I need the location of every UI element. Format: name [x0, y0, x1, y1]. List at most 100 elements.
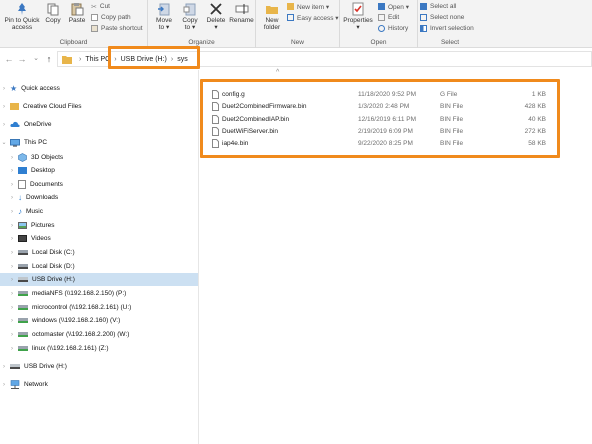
drive-icon: [18, 250, 28, 255]
expand-chevron-icon[interactable]: ›: [0, 86, 8, 92]
move-to-button[interactable]: Move to ▾: [152, 2, 176, 31]
expand-chevron-icon[interactable]: ›: [8, 182, 16, 188]
network-drive-icon: [18, 318, 28, 323]
easy-access-button[interactable]: Easy access ▾: [287, 12, 339, 23]
expand-chevron-icon[interactable]: ›: [8, 250, 16, 256]
expand-chevron-icon[interactable]: ›: [8, 155, 16, 161]
expand-chevron-icon[interactable]: ›: [8, 236, 16, 242]
history-label: History: [388, 25, 409, 32]
navigation-pane: › ★ Quick access › Creative Cloud Files …: [0, 76, 198, 444]
copy-button[interactable]: Copy: [43, 2, 63, 24]
nav-item-label: Documents: [30, 181, 63, 188]
delete-label-2: ▾: [214, 24, 218, 31]
expand-chevron-icon[interactable]: ›: [8, 291, 16, 297]
expand-chevron-icon[interactable]: ›: [8, 305, 16, 311]
nav-item-onedrive[interactable]: › OneDrive: [0, 118, 198, 131]
nav-item-documents[interactable]: › Documents: [0, 178, 198, 191]
expand-chevron-icon[interactable]: ›: [0, 382, 8, 388]
open-button[interactable]: Open ▾: [378, 1, 409, 12]
network-icon: [10, 380, 20, 389]
forward-button[interactable]: →: [16, 52, 28, 66]
expand-chevron-icon[interactable]: ›: [8, 264, 16, 270]
edit-button[interactable]: Edit: [378, 12, 399, 23]
paste-label: Paste: [68, 17, 86, 24]
nav-item-local-disk-c[interactable]: › Local Disk (C:): [0, 246, 198, 259]
nav-item-desktop[interactable]: › Desktop: [0, 164, 198, 177]
nav-item-label: Local Disk (C:): [32, 249, 75, 256]
nav-item-label: Quick access: [21, 85, 60, 92]
expand-chevron-icon[interactable]: ›: [8, 223, 16, 229]
onedrive-icon: [10, 121, 20, 127]
expand-chevron-icon[interactable]: ›: [8, 332, 16, 338]
invert-selection-button[interactable]: Invert selection: [420, 23, 474, 34]
properties-button[interactable]: Properties ▾: [343, 2, 373, 31]
expand-chevron-icon[interactable]: ›: [0, 122, 8, 128]
nav-item-3d-objects[interactable]: › 3D Objects: [0, 151, 198, 164]
expand-chevron-icon[interactable]: ›: [8, 168, 16, 174]
nav-item-microcontrol[interactable]: › microcontrol (\\192.168.2.161) (U:): [0, 301, 198, 314]
nav-item-label: mediaNFS (\\192.168.2.150) (P:): [32, 290, 127, 297]
new-folder-button[interactable]: New folder: [260, 2, 284, 31]
nav-item-linux[interactable]: › linux (\\192.168.2.161) (Z:): [0, 342, 198, 355]
desktop-icon: [18, 167, 27, 174]
nav-item-network[interactable]: › Network: [0, 378, 198, 391]
nav-item-label: Music: [26, 208, 43, 215]
history-button[interactable]: History: [378, 23, 408, 34]
expand-chevron-icon[interactable]: ›: [8, 195, 16, 201]
invert-selection-label: Invert selection: [430, 25, 474, 32]
pin-to-quick-access-button[interactable]: Pin to Quick access: [2, 2, 42, 31]
address-bar-row: ← → ⌄ ↑ › This PC › USB Drive (H:) › sys: [0, 48, 592, 70]
nav-item-windows[interactable]: › windows (\\192.168.2.160) (V:): [0, 314, 198, 327]
collapse-chevron-icon[interactable]: ⌄: [0, 139, 8, 146]
open-group-label: Open: [370, 39, 387, 46]
nav-item-videos[interactable]: › Videos: [0, 232, 198, 245]
videos-icon: [18, 235, 27, 242]
sort-indicator-icon[interactable]: ^: [276, 69, 279, 76]
nav-item-creative-cloud[interactable]: › Creative Cloud Files: [0, 100, 198, 113]
paste-button[interactable]: Paste: [66, 2, 88, 24]
nav-item-label: Downloads: [26, 194, 59, 201]
nav-item-octomaster[interactable]: › octomaster (\\192.168.2.200) (W:): [0, 328, 198, 341]
organize-group: Move to ▾ Copy to ▾ Delete ▾ Rename Orga…: [148, 0, 256, 48]
copy-to-icon: [183, 3, 196, 16]
new-folder-label-2: folder: [263, 24, 281, 31]
copy-path-button[interactable]: Copy path: [91, 12, 131, 23]
new-item-button[interactable]: New item ▾: [287, 1, 329, 12]
copy-path-icon: [91, 14, 98, 21]
nav-item-usb-drive-selected[interactable]: › USB Drive (H:): [0, 273, 198, 286]
back-button[interactable]: ←: [3, 52, 15, 66]
select-none-button[interactable]: Select none: [420, 12, 464, 23]
select-group: Select all Select none Invert selection …: [418, 0, 482, 48]
nav-item-quick-access[interactable]: › ★ Quick access: [0, 82, 198, 95]
pane-divider[interactable]: [198, 70, 199, 444]
nav-item-pictures[interactable]: › Pictures: [0, 219, 198, 232]
nav-item-this-pc[interactable]: ⌄ This PC: [0, 136, 198, 149]
downloads-icon: ↓: [18, 193, 22, 202]
expand-chevron-icon[interactable]: ›: [0, 104, 8, 110]
rename-button[interactable]: Rename: [229, 2, 254, 24]
nav-item-downloads[interactable]: › ↓ Downloads: [0, 191, 198, 204]
up-button[interactable]: ↑: [43, 52, 55, 66]
nav-item-label: Pictures: [31, 222, 55, 229]
nav-item-label: Creative Cloud Files: [23, 103, 82, 110]
expand-chevron-icon[interactable]: ›: [0, 364, 8, 370]
expand-chevron-icon[interactable]: ›: [8, 277, 16, 283]
nav-item-label: windows (\\192.168.2.160) (V:): [32, 317, 121, 324]
select-all-button[interactable]: Select all: [420, 1, 456, 12]
nav-item-music[interactable]: › ♪ Music: [0, 205, 198, 218]
expand-chevron-icon[interactable]: ›: [8, 318, 16, 324]
expand-chevron-icon[interactable]: ›: [8, 346, 16, 352]
copy-to-button[interactable]: Copy to ▾: [178, 2, 202, 31]
pin-icon: [18, 3, 26, 15]
easy-access-label: Easy access ▾: [297, 14, 339, 22]
nav-item-local-disk-d[interactable]: › Local Disk (D:): [0, 260, 198, 273]
breadcrumb-this-pc[interactable]: This PC: [85, 56, 110, 63]
nav-item-usb-drive[interactable]: › USB Drive (H:): [0, 360, 198, 373]
expand-chevron-icon[interactable]: ›: [8, 209, 16, 215]
paste-shortcut-button[interactable]: Paste shortcut: [91, 23, 143, 34]
nav-item-medianfs[interactable]: › mediaNFS (\\192.168.2.150) (P:): [0, 287, 198, 300]
cut-button[interactable]: ✂ Cut: [91, 1, 110, 12]
delete-button[interactable]: Delete ▾: [204, 2, 228, 31]
properties-label-1: Properties: [343, 17, 373, 24]
recent-locations-button[interactable]: ⌄: [30, 52, 42, 66]
